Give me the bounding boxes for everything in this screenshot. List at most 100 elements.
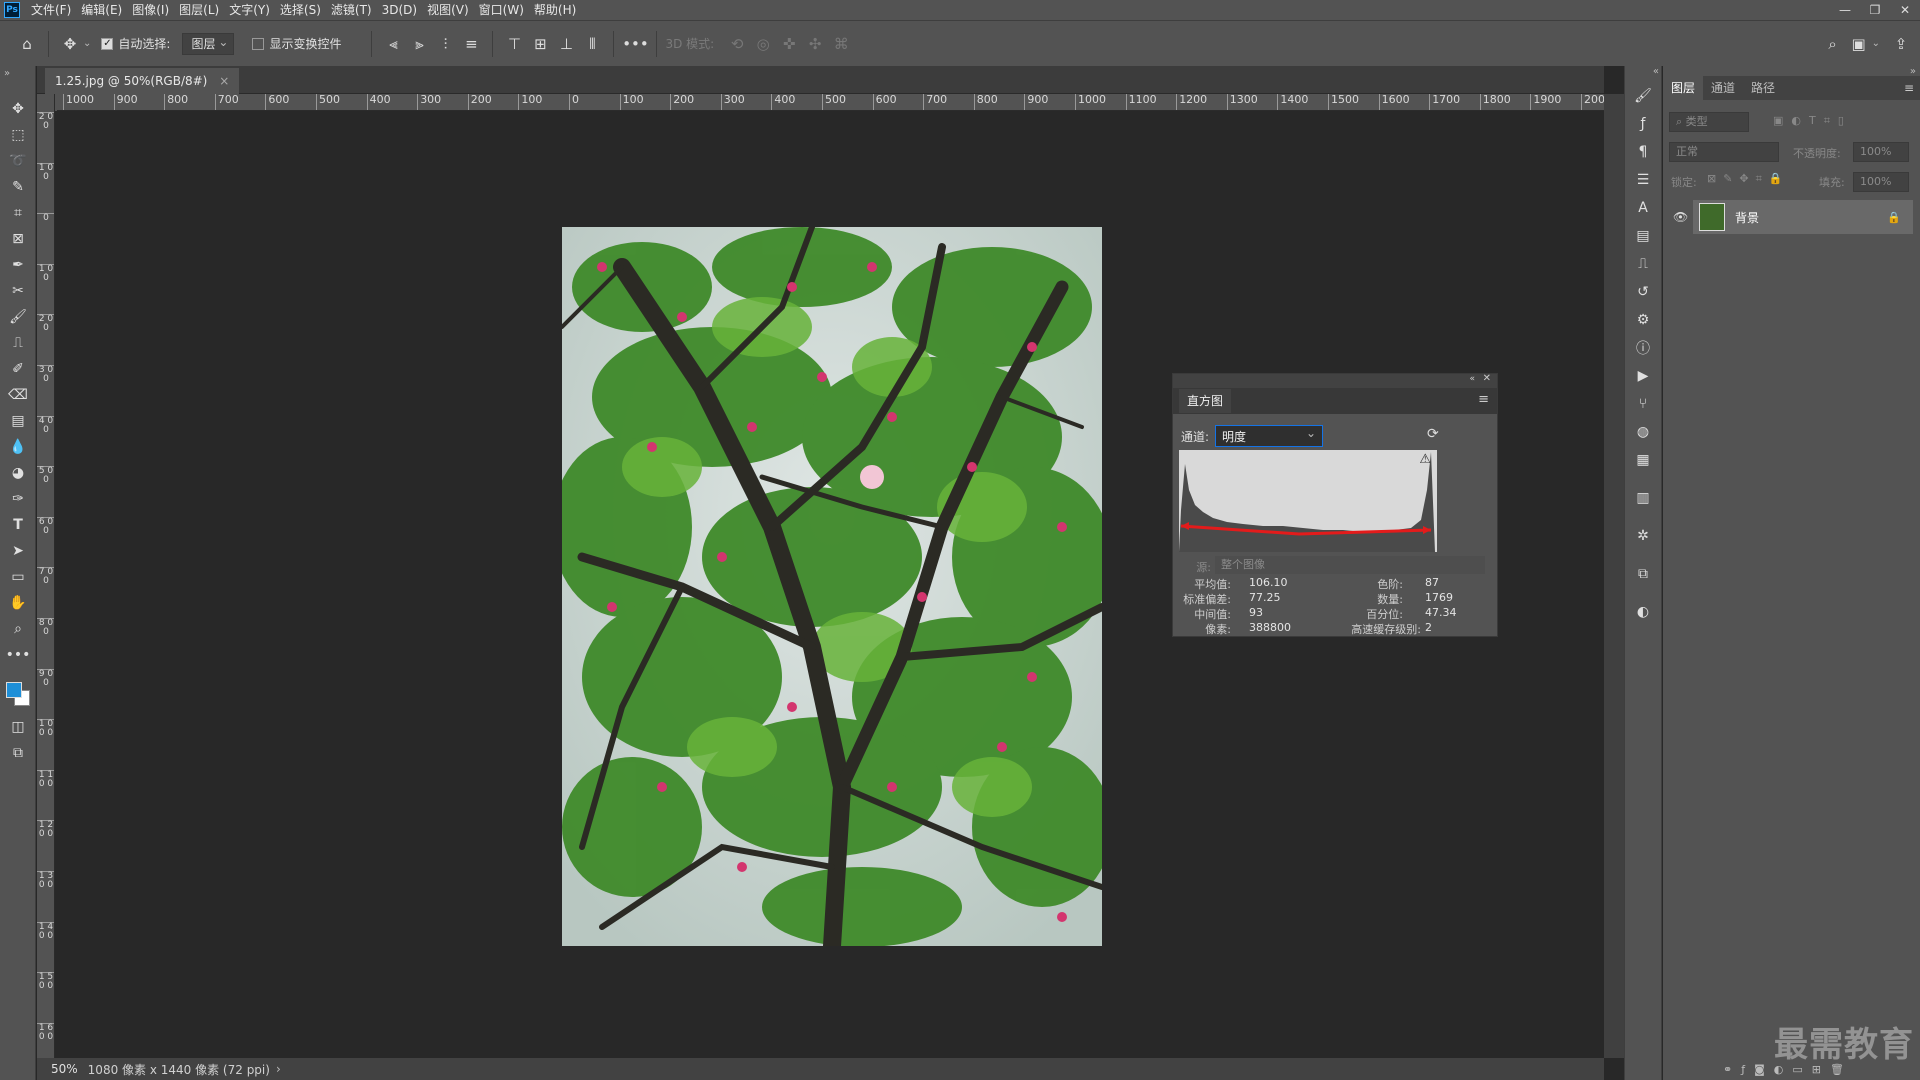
- clone-source-icon[interactable]: ⎍: [1625, 250, 1661, 278]
- stamp-tool-icon[interactable]: ⎍: [0, 330, 36, 356]
- menu-view[interactable]: 视图(V): [422, 0, 474, 20]
- share-icon[interactable]: ⇪: [1888, 31, 1914, 57]
- chevron-right-icon[interactable]: ›: [276, 1062, 281, 1076]
- menu-layer[interactable]: 图层(L): [174, 0, 224, 20]
- move-tool-icon[interactable]: ✥: [57, 31, 83, 57]
- panel-menu-icon[interactable]: ≡: [1904, 76, 1920, 100]
- menu-file[interactable]: 文件(F): [26, 0, 76, 20]
- blur-tool-icon[interactable]: 💧: [0, 434, 36, 460]
- layer-filter-icons[interactable]: ▣◐T⌗▯: [1773, 114, 1852, 128]
- healing-tool-icon[interactable]: ✂: [0, 278, 36, 304]
- tab-layers[interactable]: 图层: [1663, 76, 1704, 100]
- crop-tool-icon[interactable]: ⌗: [0, 200, 36, 226]
- blend-mode-select[interactable]: 正常: [1669, 142, 1779, 162]
- auto-select-dropdown[interactable]: 图层: [182, 32, 235, 55]
- brush-settings-icon[interactable]: 🖌: [1625, 82, 1661, 110]
- gradient-tool-icon[interactable]: ▤: [0, 408, 36, 434]
- rectangle-tool-icon[interactable]: ▭: [0, 564, 36, 590]
- layer-row-background[interactable]: 背景 🔒: [1693, 200, 1913, 234]
- tab-paths[interactable]: 路径: [1743, 76, 1783, 100]
- horizontal-ruler[interactable]: 1000 900 800 700 600 500 400 300 200 100 0 100 200 30…: [57, 94, 1604, 111]
- source-select[interactable]: 整个图像: [1215, 556, 1485, 574]
- histogram-panel-header[interactable]: « ✕: [1173, 373, 1497, 388]
- dodge-tool-icon[interactable]: ◕: [0, 460, 36, 486]
- refresh-icon[interactable]: ⟳: [1427, 426, 1439, 442]
- menu-type[interactable]: 文字(Y): [224, 0, 275, 20]
- actions-icon[interactable]: ▶: [1625, 362, 1661, 390]
- collapse-icon[interactable]: «: [1625, 66, 1661, 82]
- 3d-icon[interactable]: ✲: [1625, 522, 1661, 550]
- 3d-pan-icon[interactable]: ✜: [776, 31, 802, 57]
- align-right-icon[interactable]: ⫶: [432, 31, 458, 57]
- document-tab[interactable]: 1.25.jpg @ 50%(RGB/8#) ×: [45, 68, 240, 94]
- navigator-icon[interactable]: ⧉: [1625, 560, 1661, 588]
- close-icon[interactable]: ✕: [1483, 373, 1491, 384]
- restore-icon[interactable]: ❐: [1860, 0, 1890, 20]
- home-icon[interactable]: ⌂: [14, 31, 40, 57]
- distribute-vertical-icon[interactable]: ≡: [458, 31, 484, 57]
- history-icon[interactable]: ↺: [1625, 278, 1661, 306]
- foreground-color-swatch[interactable]: [6, 682, 22, 698]
- menu-help[interactable]: 帮助(H): [529, 0, 581, 20]
- brush-tool-icon[interactable]: 🖌: [0, 304, 36, 330]
- 3d-orbit-icon[interactable]: ⟲: [724, 31, 750, 57]
- fill-input[interactable]: 100%: [1853, 172, 1909, 192]
- eraser-tool-icon[interactable]: ⌫: [0, 382, 36, 408]
- zoom-level[interactable]: 50%: [37, 1062, 88, 1076]
- swatches-icon[interactable]: ◍: [1625, 418, 1661, 446]
- chevron-down-icon[interactable]: ⌄: [83, 38, 91, 49]
- quick-mask-icon[interactable]: ◫: [0, 714, 36, 740]
- tab-channels[interactable]: 通道: [1703, 76, 1743, 100]
- menu-image[interactable]: 图像(I): [127, 0, 174, 20]
- hand-tool-icon[interactable]: ✋: [0, 590, 36, 616]
- screen-mode-icon[interactable]: ⧉: [0, 740, 36, 766]
- paragraph-icon[interactable]: ¶: [1625, 138, 1661, 166]
- layer-kind-filter[interactable]: ⌕ 类型: [1669, 112, 1749, 132]
- properties-icon[interactable]: ⚙: [1625, 306, 1661, 334]
- menu-select[interactable]: 选择(S): [275, 0, 326, 20]
- histogram-tab[interactable]: 直方图: [1179, 389, 1232, 413]
- search-icon[interactable]: ⌕: [1820, 31, 1846, 57]
- panel-menu-icon[interactable]: ≡: [1478, 392, 1489, 407]
- move-tool-icon[interactable]: ✥: [0, 96, 36, 122]
- more-options-icon[interactable]: •••: [622, 31, 649, 57]
- zoom-tool-icon[interactable]: ⌕: [0, 616, 36, 642]
- vertical-ruler[interactable]: 2 0 0 1 0 0 0 1 0 0 2 0 0 3 0 0 4 0 0 5 0 0 6 0 …: [37, 94, 55, 1058]
- color-icon[interactable]: ◐: [1625, 598, 1661, 626]
- visibility-eye-icon[interactable]: 👁: [1673, 210, 1688, 224]
- paths-icon[interactable]: ⑂: [1625, 390, 1661, 418]
- eyedropper-tool-icon[interactable]: ✒: [0, 252, 36, 278]
- adjustments-icon[interactable]: ☰: [1625, 166, 1661, 194]
- align-vcenter-icon[interactable]: ⊞: [527, 31, 553, 57]
- vertical-scrollbar[interactable]: [1604, 94, 1624, 1058]
- close-icon[interactable]: ✕: [1890, 0, 1920, 20]
- auto-select-checkbox[interactable]: ✓: [101, 37, 114, 50]
- menu-edit[interactable]: 编辑(E): [76, 0, 127, 20]
- 3d-roll-icon[interactable]: ◎: [750, 31, 776, 57]
- document-image[interactable]: [562, 227, 1102, 946]
- document-info[interactable]: 1080 像素 x 1440 像素 (72 ppi): [88, 1061, 270, 1078]
- type-tool-icon[interactable]: T: [0, 512, 36, 538]
- menu-3d[interactable]: 3D(D): [377, 0, 422, 20]
- channel-select[interactable]: 明度 ⌄: [1215, 425, 1323, 447]
- notes-icon[interactable]: ▥: [1625, 484, 1661, 512]
- brushes-icon[interactable]: ƒ: [1625, 110, 1661, 138]
- marquee-tool-icon[interactable]: ⬚: [0, 122, 36, 148]
- libraries-icon[interactable]: ▤: [1625, 222, 1661, 250]
- distribute-horizontal-icon[interactable]: ⦀: [579, 31, 605, 57]
- collapse-icon[interactable]: »: [0, 66, 35, 96]
- quick-select-tool-icon[interactable]: ✎: [0, 174, 36, 200]
- align-top-icon[interactable]: ⊤: [501, 31, 527, 57]
- opacity-input[interactable]: 100%: [1853, 142, 1909, 162]
- minimize-icon[interactable]: —: [1830, 0, 1860, 20]
- align-hcenter-icon[interactable]: ⫸: [406, 31, 432, 57]
- collapse-icon[interactable]: «: [1469, 374, 1475, 384]
- menu-filter[interactable]: 滤镜(T): [326, 0, 377, 20]
- history-brush-tool-icon[interactable]: ✐: [0, 356, 36, 382]
- chevron-down-icon[interactable]: ⌄: [1872, 38, 1880, 49]
- edit-toolbar-icon[interactable]: •••: [0, 642, 36, 668]
- info-icon[interactable]: ⓘ: [1625, 334, 1661, 362]
- table-icon[interactable]: ▦: [1625, 446, 1661, 474]
- cache-warning-icon[interactable]: ⚠: [1419, 452, 1431, 467]
- 3d-scale-icon[interactable]: ⌘: [828, 31, 854, 57]
